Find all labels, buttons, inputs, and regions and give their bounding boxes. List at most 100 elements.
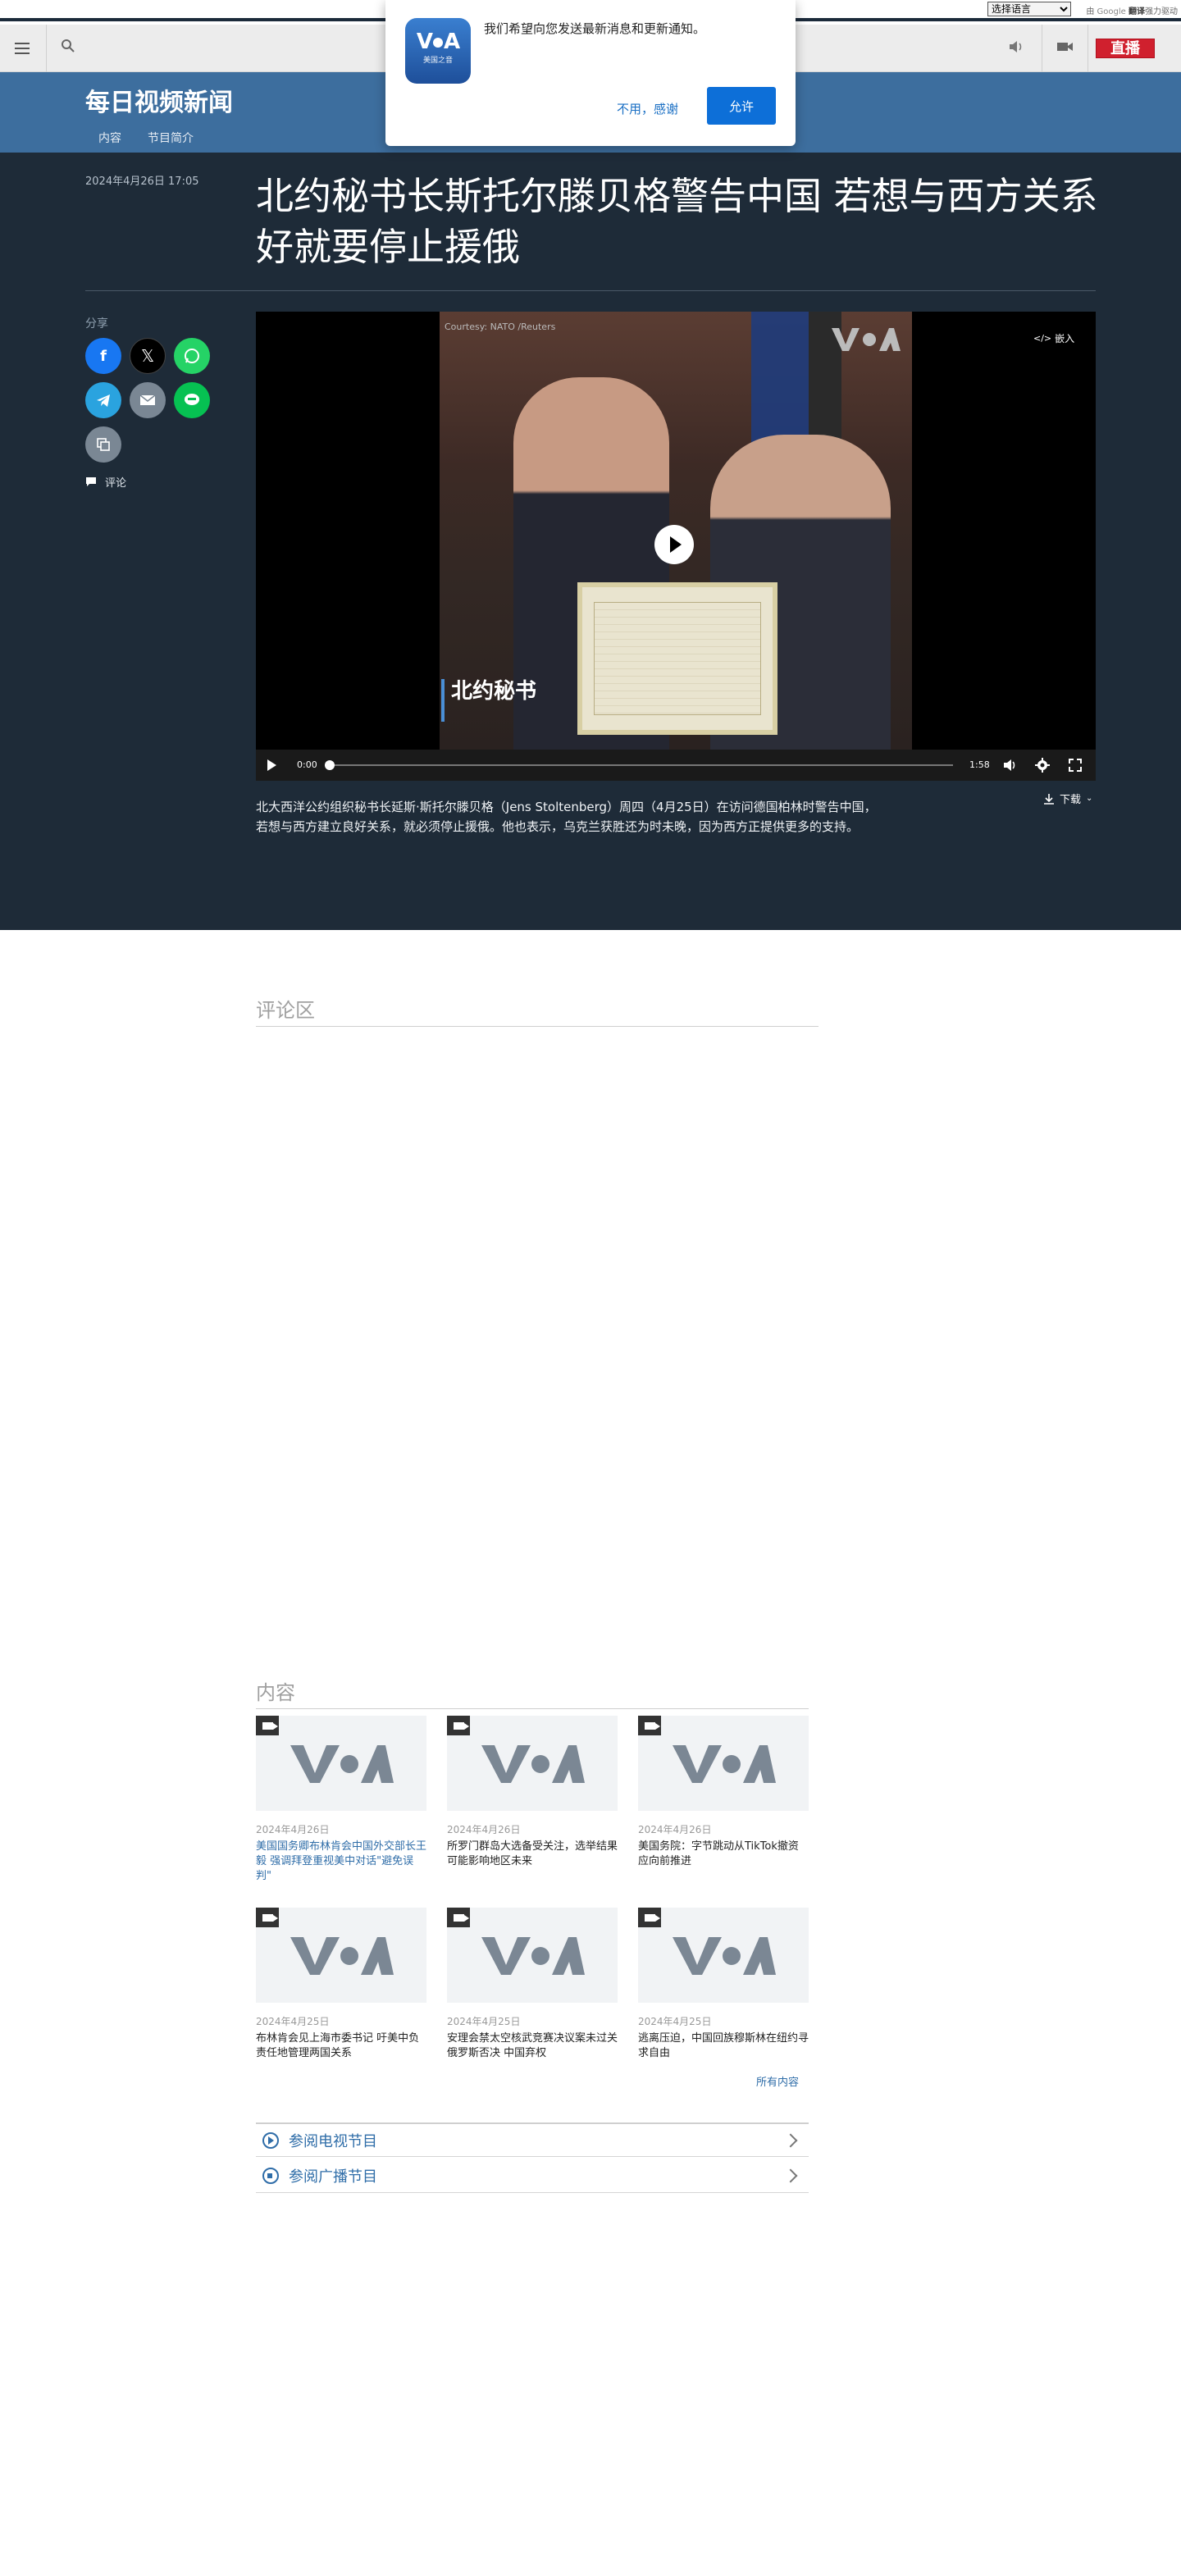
video-caption: 北大西洋公约组织秘书长延斯·斯托尔滕贝格（Jens Stoltenberg）周四… [256, 800, 877, 834]
download-button[interactable]: 下载 ⌄ [1043, 791, 1092, 806]
line-share-button[interactable] [174, 382, 210, 418]
chevron-right-icon [783, 2133, 798, 2147]
content-card[interactable]: 2024年4月25日安理会禁太空核武竞赛决议案未过关 俄罗斯否决 中国弃权 [447, 1908, 618, 2061]
audio-icon[interactable] [1007, 38, 1030, 59]
card-title[interactable]: 美国务院：字节跳动从TikTok撤资应向前推进 [638, 1840, 809, 1869]
embed-button[interactable]: </> 嵌入 [1033, 331, 1074, 345]
card-date: 2024年4月26日 [256, 1824, 330, 1835]
copy-icon [97, 438, 110, 451]
live-button[interactable]: 直播 [1096, 39, 1155, 58]
card-title[interactable]: 逃离压迫，中国回族穆斯林在纽约寻求自由 [638, 2031, 809, 2061]
card-title[interactable]: 布林肯会见上海市委书记 吁美中负责任地管理两国关系 [256, 2031, 426, 2061]
video-subtitle: 北约秘书 [451, 679, 537, 704]
article-section: 2024年4月26日 17:05 北约秘书长斯托尔滕贝格警告中国 若想与西方关系… [0, 153, 1181, 930]
settings-gear-icon[interactable] [1035, 758, 1050, 773]
card-thumbnail[interactable] [447, 1716, 618, 1811]
nav-item-content[interactable]: 内容 [85, 130, 135, 146]
search-icon[interactable] [61, 39, 79, 57]
voa-logo-icon [673, 1937, 776, 1975]
line-icon [185, 394, 199, 405]
card-thumbnail[interactable] [256, 1716, 426, 1811]
card-title[interactable]: 安理会禁太空核武竞赛决议案未过关 俄罗斯否决 中国弃权 [447, 2031, 618, 2061]
progress-knob[interactable] [325, 760, 335, 770]
video-camera-icon[interactable] [1055, 38, 1079, 59]
content-card[interactable]: 2024年4月25日逃离压迫，中国回族穆斯林在纽约寻求自由 [638, 1908, 809, 2061]
voa-logo-icon [290, 1937, 394, 1975]
play-icon[interactable] [267, 759, 276, 771]
card-date: 2024年4月25日 [256, 2016, 330, 2027]
code-icon: </> [1033, 333, 1052, 344]
google-translate-credit[interactable]: 由 Google 翻译强力驱动 [1086, 4, 1178, 16]
content-card[interactable]: 2024年4月25日布林肯会见上海市委书记 吁美中负责任地管理两国关系 [256, 1908, 426, 2061]
comments-link[interactable]: 评论 [85, 474, 126, 490]
card-title[interactable]: 所罗门群岛大选备受关注，选举结果可能影响地区未来 [447, 1840, 618, 1869]
video-badge-icon [638, 1716, 661, 1735]
content-card[interactable]: 2024年4月26日所罗门群岛大选备受关注，选举结果可能影响地区未来 [447, 1716, 618, 1869]
copy-link-button[interactable] [85, 426, 121, 463]
video-badge-icon [256, 1716, 279, 1735]
video-courtesy: Courtesy: NATO /Reuters [445, 321, 556, 332]
menu-icon[interactable] [13, 39, 31, 57]
big-play-button[interactable] [654, 525, 694, 564]
voa-logo-icon [673, 1745, 776, 1783]
video-player[interactable]: 北约秘书 Courtesy: NATO /Reuters </> 嵌入 0:00… [256, 312, 1096, 781]
card-date: 2024年4月26日 [638, 1824, 712, 1835]
nav-item-about[interactable]: 节目简介 [135, 130, 207, 146]
voa-logo-icon [481, 1937, 585, 1975]
certificate [577, 582, 777, 735]
email-icon [139, 394, 156, 405]
comment-icon [86, 476, 96, 486]
current-time: 0:00 [297, 759, 317, 770]
total-time: 1:58 [969, 759, 990, 770]
article-headline: 北约秘书长斯托尔滕贝格警告中国 若想与西方关系好就要停止援俄 [256, 174, 1098, 269]
voa-app-logo: VA 美国之音 [405, 18, 471, 84]
telegram-share-button[interactable] [85, 382, 121, 418]
video-badge-icon [447, 1716, 470, 1735]
language-select[interactable]: 选择语言 [987, 2, 1071, 16]
all-content-link[interactable]: 所有内容 [756, 2073, 799, 2089]
facebook-share-button[interactable]: f [85, 338, 121, 374]
video-badge-icon [447, 1908, 470, 1927]
content-heading: 内容 [256, 1676, 809, 1709]
volume-icon[interactable] [1002, 758, 1017, 773]
chevron-down-icon: ⌄ [1086, 794, 1093, 803]
play-circle-icon [262, 2131, 279, 2149]
chevron-right-icon [783, 2168, 798, 2182]
card-title[interactable]: 美国国务卿布林肯会中国外交部长王毅 强调拜登重视美中对话"避免误判" [256, 1840, 426, 1884]
card-date: 2024年4月25日 [638, 2016, 712, 2027]
card-thumbnail[interactable] [638, 1908, 809, 2003]
x-icon: 𝕏 [140, 346, 155, 366]
video-badge-icon [256, 1908, 279, 1927]
decline-button[interactable]: 不用，感谢 [607, 93, 688, 124]
card-date: 2024年4月26日 [447, 1824, 521, 1835]
fullscreen-icon[interactable] [1068, 758, 1083, 773]
x-share-button[interactable]: 𝕏 [130, 338, 166, 374]
allow-button[interactable]: 允许 [707, 87, 776, 125]
program-title[interactable]: 每日视频新闻 [85, 82, 233, 118]
notification-message: 我们希望向您发送最新消息和更新通知。 [484, 21, 706, 36]
radio-programs-link[interactable]: 参阅广播节目 [256, 2159, 809, 2193]
program-nav: 内容 节目简介 [85, 130, 207, 146]
content-card[interactable]: 2024年4月26日美国国务卿布林肯会中国外交部长王毅 强调拜登重视美中对话"避… [256, 1716, 426, 1884]
content-card[interactable]: 2024年4月26日美国务院：字节跳动从TikTok撤资应向前推进 [638, 1716, 809, 1869]
progress-track[interactable] [328, 764, 953, 766]
tv-programs-link[interactable]: 参阅电视节目 [256, 2122, 809, 2157]
whatsapp-icon [185, 349, 199, 363]
video-badge-icon [638, 1908, 661, 1927]
whatsapp-share-button[interactable] [174, 338, 210, 374]
comments-heading: 评论区 [256, 994, 818, 1027]
email-share-button[interactable] [130, 382, 166, 418]
notification-dialog: VA 美国之音 我们希望向您发送最新消息和更新通知。 不用，感谢 允许 [385, 0, 796, 146]
card-thumbnail[interactable] [638, 1716, 809, 1811]
player-controls: 0:00 1:58 [256, 750, 1096, 781]
card-date: 2024年4月25日 [447, 2016, 521, 2027]
voa-watermark-icon [832, 328, 901, 351]
facebook-icon: f [100, 347, 107, 365]
publish-date: 2024年4月26日 17:05 [85, 176, 199, 188]
voa-logo-icon [290, 1745, 394, 1783]
telegram-icon [97, 394, 110, 407]
voa-logo-icon [481, 1745, 585, 1783]
card-thumbnail[interactable] [256, 1908, 426, 2003]
share-label: 分享 [85, 317, 108, 331]
card-thumbnail[interactable] [447, 1908, 618, 2003]
